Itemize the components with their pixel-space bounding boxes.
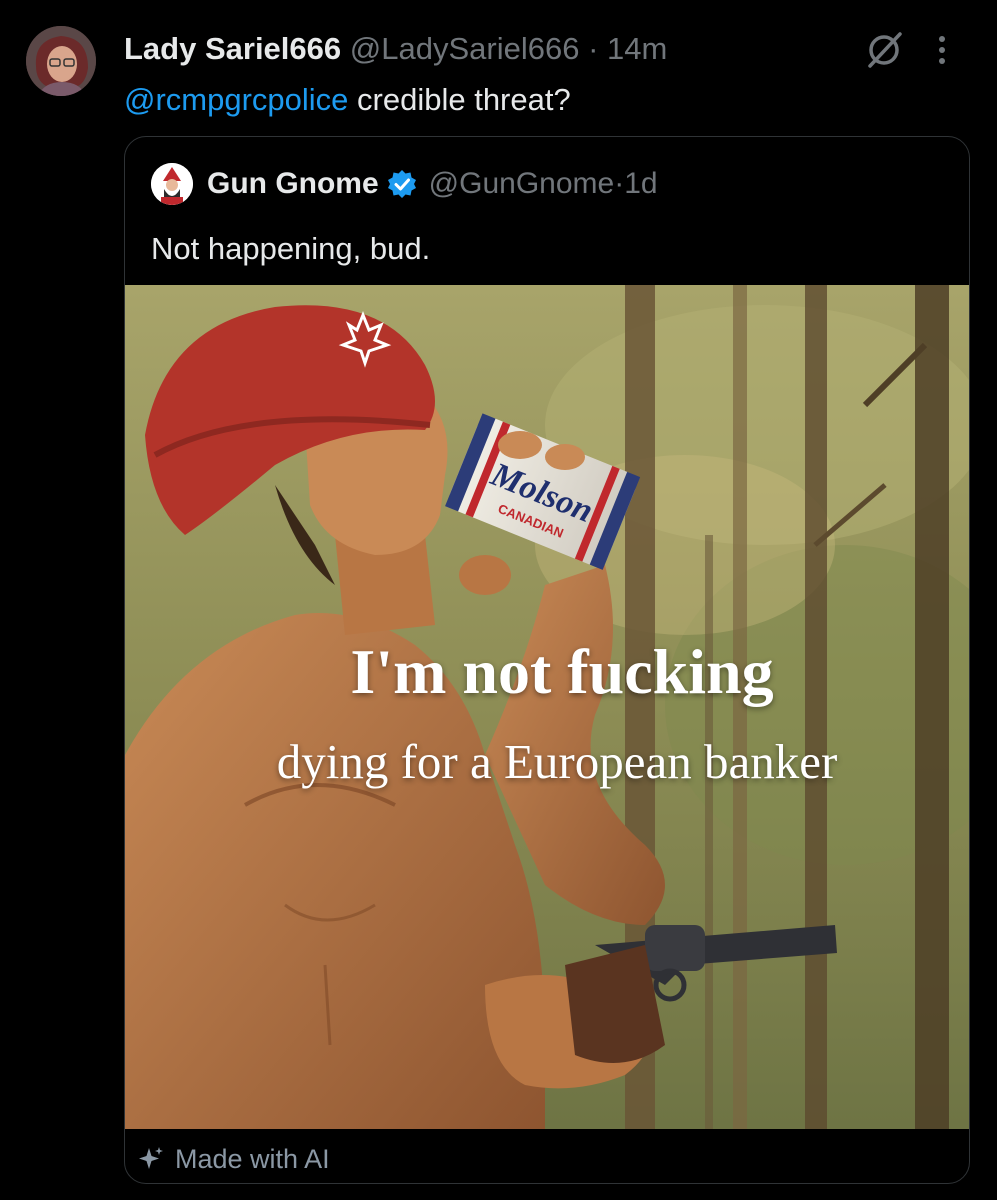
sparkle-icon [139,1147,163,1169]
tweet-body-text: credible threat? [348,82,571,117]
tweet[interactable]: Lady Sariel666 @LadySariel666 · 14m @rcm… [0,0,997,1200]
more-vertical-icon[interactable] [936,30,948,70]
quoted-tweet-header: Gun Gnome @GunGnome · 1d [151,163,658,205]
quoted-header-separator: · [614,167,625,200]
tweet-text: @rcmpgrcpolice credible threat? [124,80,571,120]
verified-badge-icon [387,170,416,198]
author-avatar[interactable] [26,26,96,96]
grok-icon[interactable] [862,30,906,70]
tweet-header: Lady Sariel666 @LadySariel666 · 14m [124,30,667,68]
quoted-author-avatar[interactable] [151,163,193,205]
quoted-author-display-name[interactable]: Gun Gnome [207,167,379,201]
made-with-ai-text: Made with AI [175,1143,330,1174]
author-handle[interactable]: @LadySariel666 [350,31,580,66]
mention-link[interactable]: @rcmpgrcpolice [124,82,348,117]
quoted-tweet[interactable]: Gun Gnome @GunGnome · 1d Not happening, … [124,136,970,1184]
quoted-tweet-text: Not happening, bud. [151,231,431,266]
made-with-ai-label[interactable]: Made with AI [137,1143,330,1175]
tweet-timestamp[interactable]: 14m [607,31,667,66]
quoted-tweet-timestamp[interactable]: 1d [624,167,657,201]
author-display-name[interactable]: Lady Sariel666 [124,31,341,66]
header-separator: · [588,31,599,66]
quoted-author-handle[interactable]: @GunGnome [429,167,615,201]
image-caption-line-1: I'm not fucking [350,636,774,707]
image-caption-line-2: dying for a European banker [276,734,838,789]
tweet-top-actions [862,30,948,70]
quoted-tweet-image[interactable]: Molson CANADIAN I'm not fucking dying fo… [125,285,969,1129]
